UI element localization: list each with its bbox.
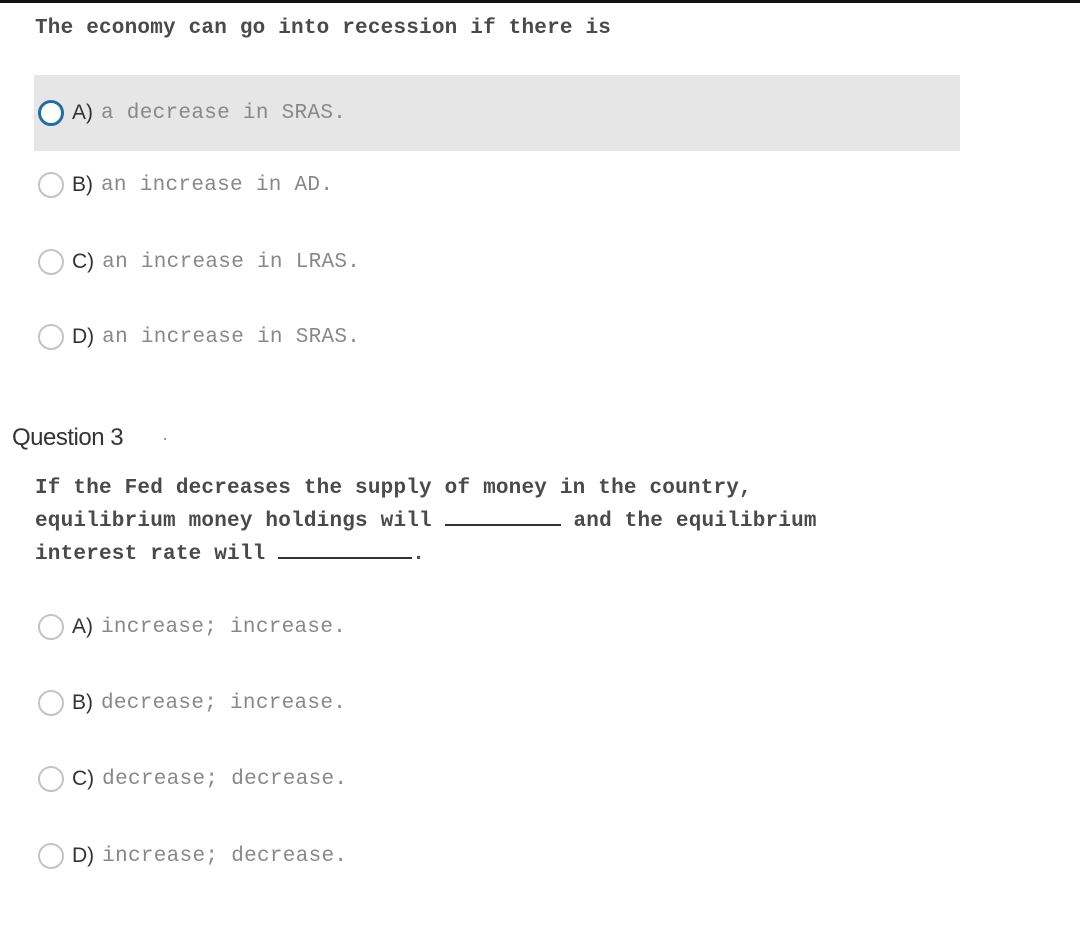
question-1-prompt: The economy can go into recession if the…: [35, 17, 612, 40]
option-letter: C): [72, 767, 95, 790]
radio-button[interactable]: [38, 172, 64, 198]
top-border: [0, 0, 1080, 3]
option-text: a decrease in SRAS.: [101, 101, 347, 125]
prompt-line-2: equilibrium money holdings will and the …: [35, 504, 935, 537]
option-letter: D): [72, 325, 95, 348]
prompt-line-3b: .: [412, 543, 426, 566]
option-text: an increase in LRAS.: [102, 250, 361, 274]
radio-button[interactable]: [38, 766, 64, 792]
q3-option-b[interactable]: B) decrease; increase.: [34, 665, 960, 741]
option-letter: A): [72, 615, 93, 638]
question-3-heading: Question 3: [12, 424, 124, 451]
option-letter: B): [72, 691, 93, 714]
radio-button[interactable]: [38, 324, 64, 350]
q3-option-c[interactable]: C) decrease; decrease.: [34, 741, 960, 817]
prompt-line-1: If the Fed decreases the supply of money…: [35, 477, 752, 500]
prompt-line-3: interest rate will .: [35, 537, 935, 570]
prompt-line-2b: and the equilibrium: [560, 510, 817, 533]
prompt-line-2a: equilibrium money holdings will: [35, 510, 445, 533]
option-text: an increase in AD.: [101, 173, 334, 197]
heading-dot: [164, 438, 166, 440]
option-text: decrease; decrease.: [102, 767, 348, 791]
q3-option-a[interactable]: A) increase; increase.: [34, 589, 960, 665]
q1-option-a[interactable]: A) a decrease in SRAS.: [34, 75, 960, 151]
blank-1: [444, 504, 561, 526]
option-text: increase; increase.: [101, 615, 347, 639]
option-text: an increase in SRAS.: [102, 325, 361, 349]
option-letter: C): [72, 250, 95, 273]
option-letter: D): [72, 844, 95, 867]
question-3-prompt: If the Fed decreases the supply of money…: [35, 474, 935, 570]
q1-option-b[interactable]: B) an increase in AD.: [34, 147, 960, 223]
q1-option-d[interactable]: D) an increase in SRAS.: [34, 299, 960, 375]
option-text: decrease; increase.: [101, 691, 347, 715]
blank-2: [278, 537, 413, 559]
radio-button[interactable]: [38, 690, 64, 716]
radio-button[interactable]: [38, 843, 64, 869]
radio-button[interactable]: [38, 100, 64, 126]
radio-button[interactable]: [38, 614, 64, 640]
prompt-line-3a: interest rate will: [35, 543, 279, 566]
radio-button[interactable]: [38, 249, 64, 275]
option-letter: B): [72, 173, 93, 196]
option-text: increase; decrease.: [102, 844, 348, 868]
q3-option-d[interactable]: D) increase; decrease.: [34, 818, 960, 894]
option-letter: A): [72, 101, 93, 124]
q1-option-c[interactable]: C) an increase in LRAS.: [34, 224, 960, 300]
